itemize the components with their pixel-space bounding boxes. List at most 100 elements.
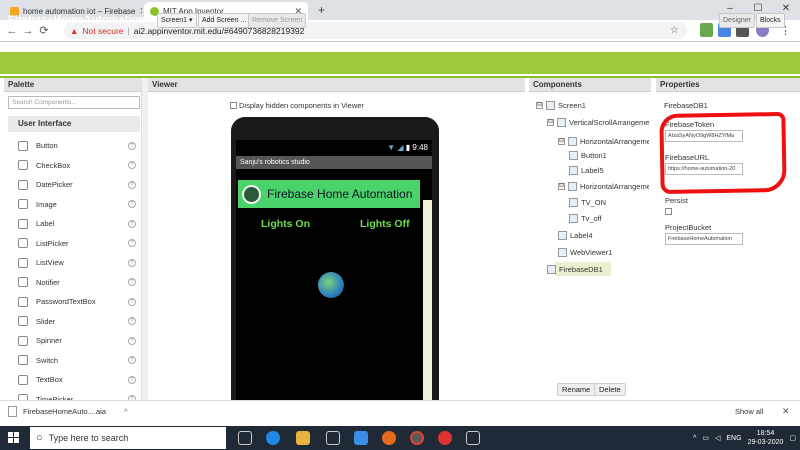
component-tree-item[interactable]: FirebaseDB1 (547, 265, 649, 274)
palette-item-button[interactable]: Button? (8, 136, 140, 155)
extension-icon[interactable] (700, 23, 713, 37)
help-icon[interactable]: ? (128, 356, 136, 364)
palette-item-switch[interactable]: Switch? (8, 351, 140, 370)
lights-on-button[interactable]: Lights On (261, 218, 310, 230)
help-icon[interactable]: ? (128, 141, 136, 150)
rename-button[interactable]: Rename (557, 383, 596, 396)
palette-item-label[interactable]: Label? (8, 214, 140, 233)
help-icon[interactable]: ? (128, 258, 136, 267)
collapse-toggle-icon[interactable]: ⊟ (558, 183, 565, 190)
close-downloads-icon[interactable]: ✕ (782, 406, 790, 417)
palette-item-slider[interactable]: Slider? (8, 312, 140, 331)
webviewer-globe-icon[interactable] (318, 272, 344, 298)
palette-item-passwordtextbox[interactable]: PasswordTextBox? (8, 292, 140, 311)
hidden-components-toggle[interactable]: Display hidden components in Viewer (230, 101, 364, 110)
new-tab-button[interactable]: + (318, 3, 325, 17)
palette-item-spinner[interactable]: Spinner? (8, 331, 140, 350)
palette-item-checkbox[interactable]: CheckBox? (8, 156, 140, 175)
palette-item-label: Switch (36, 355, 59, 365)
delete-button[interactable]: Delete (594, 383, 626, 396)
firefox-icon[interactable] (382, 431, 396, 445)
clock-date: 29-03-2020 (747, 439, 784, 446)
palette-item-notifier[interactable]: Notifier? (8, 273, 140, 292)
chevron-up-icon[interactable]: ^ (124, 407, 128, 416)
mail-icon[interactable] (354, 431, 368, 445)
component-tree-item[interactable]: Label4 (558, 231, 649, 240)
component-tree-item[interactable]: Tv_off (569, 214, 649, 223)
network-icon[interactable]: ▭ (702, 434, 709, 442)
tray-chevron-icon[interactable]: ^ (693, 435, 696, 442)
red-highlight-annotation (659, 111, 787, 195)
button-icon (18, 140, 28, 151)
notifications-icon[interactable]: ▢ (789, 434, 796, 442)
help-icon[interactable]: ? (128, 278, 136, 286)
language-indicator[interactable]: ENG (726, 435, 741, 442)
palette-item-label: Spinner (36, 336, 62, 345)
selected-component-name: FirebaseDB1 (664, 101, 708, 110)
file-explorer-icon[interactable] (296, 431, 310, 445)
collapse-toggle-icon[interactable]: ⊟ (558, 138, 565, 145)
palette-item-label: ListPicker (36, 238, 69, 248)
screen-select-button[interactable]: Screen1 ▾ (157, 13, 197, 28)
lights-off-button[interactable]: Lights Off (360, 218, 410, 230)
designer-button[interactable]: Designer (719, 13, 756, 28)
collapse-toggle-icon[interactable]: ⊟ (536, 102, 543, 109)
help-icon[interactable]: ? (128, 180, 136, 189)
project-bucket-field[interactable]: FirebaseHomeAutomation (665, 233, 743, 245)
component-tree-item[interactable]: TV_ON (569, 198, 649, 207)
component-icon (558, 248, 567, 257)
volume-icon[interactable]: ◁ (715, 434, 720, 442)
bookmark-star-icon[interactable]: ☆ (670, 25, 679, 36)
store-icon[interactable] (326, 431, 340, 445)
edge-icon[interactable] (266, 431, 280, 445)
download-item[interactable]: FirebaseHomeAuto....aia ^ (8, 406, 128, 417)
component-tree-item[interactable]: ⊟ Screen1 (536, 101, 649, 110)
component-icon (569, 198, 578, 207)
address-separator: | (127, 25, 130, 36)
add-screen-button[interactable]: Add Screen ... (198, 13, 251, 28)
persist-checkbox[interactable] (665, 208, 672, 215)
palette-header: Palette (4, 78, 142, 92)
palette-item-textbox[interactable]: TextBox? (8, 370, 140, 389)
hidden-components-checkbox[interactable] (230, 102, 237, 109)
taskbar-search-input[interactable]: ○ Type here to search (30, 427, 226, 449)
component-icon (569, 151, 578, 160)
app-icon[interactable] (466, 431, 480, 445)
task-view-icon[interactable] (238, 431, 252, 445)
help-icon[interactable]: ? (128, 317, 136, 325)
component-label: Screen1 (558, 101, 586, 110)
help-icon[interactable]: ? (128, 200, 136, 208)
help-icon[interactable]: ? (128, 219, 136, 228)
collapse-toggle-icon[interactable]: ⊟ (547, 119, 554, 126)
component-tree-item[interactable]: Button1 (569, 151, 649, 160)
recorder-icon[interactable] (438, 431, 452, 445)
palette-search-input[interactable]: Search Components... (8, 96, 140, 109)
component-tree-item[interactable]: WebViewer1 (558, 248, 649, 257)
palette-item-listview[interactable]: ListView? (8, 253, 140, 272)
component-tree-item[interactable]: ⊟ HorizontalArrangemen (558, 137, 649, 146)
windows-start-icon[interactable] (8, 432, 20, 444)
palette-item-listpicker[interactable]: ListPicker? (8, 234, 140, 253)
show-all-button[interactable]: Show all (735, 405, 763, 419)
lights-button-row: Lights On Lights Off (236, 214, 422, 234)
palette-item-label: CheckBox (36, 160, 71, 170)
palette-item-label: Image (36, 199, 57, 209)
clock[interactable]: 18:54 29-03-2020 (748, 429, 784, 447)
palette-item-datepicker[interactable]: DatePicker? (8, 175, 140, 194)
remove-screen-button[interactable]: Remove Screen (248, 13, 307, 28)
help-icon[interactable]: ? (128, 375, 136, 384)
component-tree-item[interactable]: ⊟ HorizontalArrangemen (558, 182, 649, 191)
chrome-icon[interactable] (410, 431, 424, 445)
forward-button[interactable]: → (20, 25, 36, 37)
help-icon[interactable]: ? (128, 239, 136, 247)
app-title-banner[interactable]: Firebase Home Automation (238, 180, 420, 208)
help-icon[interactable]: ? (128, 336, 136, 345)
help-icon[interactable]: ? (128, 161, 136, 169)
blocks-button[interactable]: Blocks (756, 13, 785, 28)
component-tree-item[interactable]: Label5 (569, 166, 649, 175)
palette-item-image[interactable]: Image? (8, 195, 140, 214)
user-interface-group[interactable]: User Interface (8, 116, 140, 132)
help-icon[interactable]: ? (128, 297, 136, 306)
back-button[interactable]: ← (4, 25, 20, 37)
component-tree-item[interactable]: ⊟ VerticalScrollArrangemen (547, 118, 649, 127)
